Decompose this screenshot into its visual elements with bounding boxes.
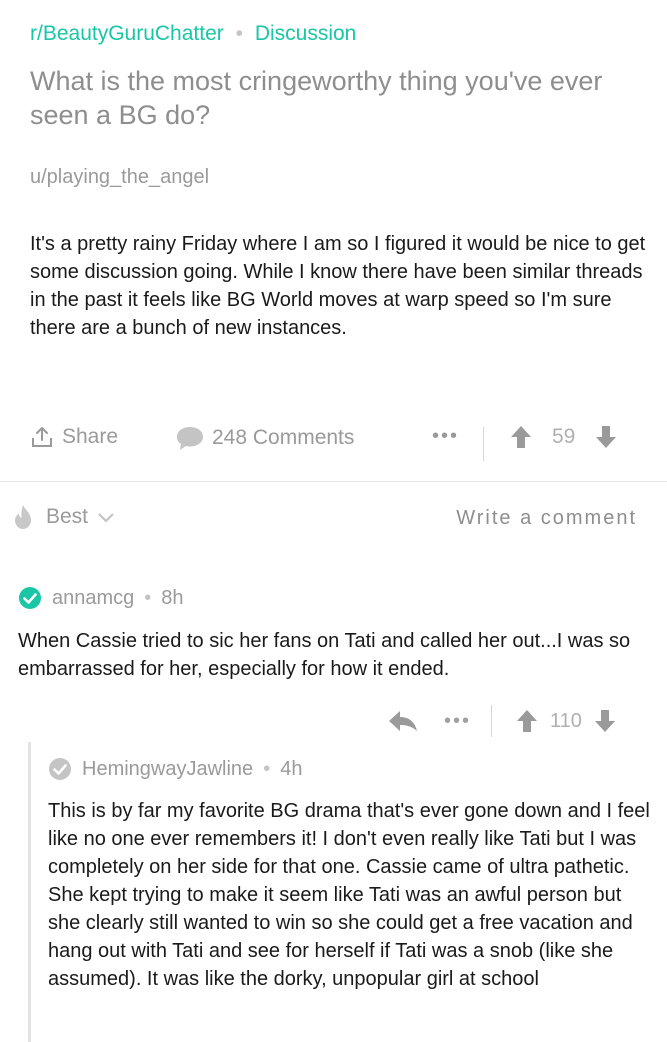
- meta-separator: •: [263, 757, 271, 780]
- thread-line[interactable]: [28, 742, 31, 1042]
- share-icon: [30, 425, 54, 449]
- comment-actions: ••• 110: [388, 705, 650, 737]
- comment-more-button[interactable]: •••: [444, 710, 471, 733]
- comments-count: 248 Comments: [212, 426, 355, 449]
- downvote-icon[interactable]: [594, 709, 616, 733]
- post-author[interactable]: u/playing_the_angel: [30, 166, 209, 189]
- comment-username[interactable]: HemingwayJawline: [82, 758, 253, 781]
- post-actions-bar: Share 248 Comments ••• 59: [30, 425, 637, 461]
- write-comment-button[interactable]: Write a comment: [456, 507, 637, 530]
- upvote-icon[interactable]: [510, 425, 532, 449]
- comment-score: 110: [550, 709, 582, 732]
- sort-dropdown[interactable]: Best: [12, 504, 116, 530]
- comments-button[interactable]: 248 Comments: [176, 425, 354, 451]
- comment-header: annamcg • 8h: [18, 586, 184, 610]
- post-flair[interactable]: Discussion: [255, 22, 357, 45]
- check-badge-icon: [48, 757, 72, 781]
- post-title: What is the most cringeworthy thing you'…: [30, 66, 603, 130]
- check-badge-icon: [18, 586, 42, 610]
- comment-age: 4h: [280, 757, 303, 780]
- divider: [483, 427, 484, 461]
- post-meta: r/BeautyGuruChatter • Discussion: [30, 22, 356, 46]
- comment-username[interactable]: annamcg: [52, 587, 134, 610]
- meta-separator: •: [144, 586, 152, 609]
- meta-separator: •: [235, 22, 243, 45]
- chevron-down-icon: [96, 510, 116, 524]
- comment-body: This is by far my favorite BG drama that…: [48, 800, 650, 990]
- post-score: 59: [552, 425, 576, 448]
- comment-body: When Cassie tried to sic her fans on Tat…: [18, 630, 631, 680]
- upvote-icon[interactable]: [516, 709, 538, 733]
- post-more-button[interactable]: •••: [432, 425, 459, 448]
- comment-sort-bar: Best Write a comment: [12, 504, 637, 540]
- post-vote-controls: 59: [510, 425, 617, 449]
- sort-label: Best: [46, 505, 89, 528]
- comment-bubble-icon: [176, 425, 204, 451]
- post-body: It's a pretty rainy Friday where I am so…: [30, 233, 646, 339]
- divider: [491, 705, 493, 737]
- share-label: Share: [62, 425, 119, 448]
- section-divider: [0, 481, 667, 482]
- downvote-icon[interactable]: [595, 425, 617, 449]
- share-button[interactable]: Share: [30, 425, 118, 449]
- flame-icon: [12, 504, 34, 530]
- subreddit-link[interactable]: r/BeautyGuruChatter: [30, 22, 224, 45]
- comment-age: 8h: [161, 586, 184, 609]
- reply-icon[interactable]: [388, 710, 418, 732]
- comment-header: HemingwayJawline • 4h: [48, 757, 302, 781]
